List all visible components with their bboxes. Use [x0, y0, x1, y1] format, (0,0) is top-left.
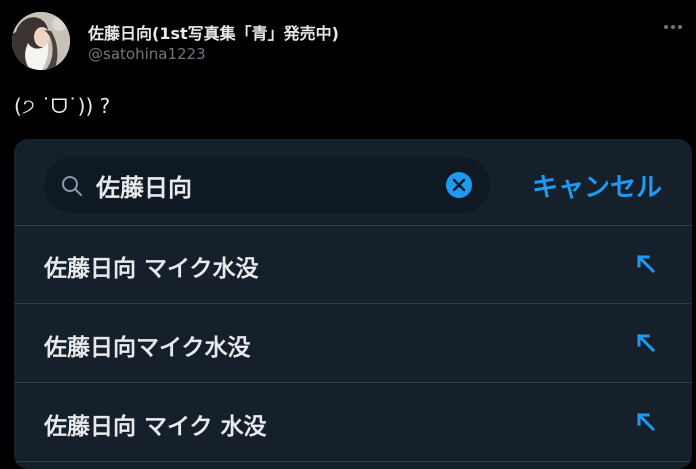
- suggestion-text: 佐藤日向 マイク 水没: [44, 414, 267, 440]
- suggestion-text: 佐藤日向 マイク水没: [44, 256, 259, 282]
- search-panel: キャンセル 佐藤日向 マイク水没 佐藤日向マイク水没 佐藤日向 マイク 水没: [14, 139, 692, 469]
- search-input[interactable]: [96, 169, 436, 201]
- cancel-button[interactable]: キャンセル: [532, 167, 662, 204]
- search-icon: [62, 176, 82, 196]
- clear-search-button[interactable]: [446, 172, 472, 198]
- tweet-header: 佐藤日向(1st写真集「青」発売中) @satohina1223: [12, 12, 684, 72]
- search-suggestions: 佐藤日向 マイク水没 佐藤日向マイク水没 佐藤日向 マイク 水没: [14, 225, 692, 462]
- suggestion-item[interactable]: 佐藤日向マイク水没: [14, 304, 692, 383]
- fill-query-arrow-icon[interactable]: [634, 410, 658, 434]
- suggestion-text: 佐藤日向マイク水没: [44, 335, 251, 361]
- suggestion-item[interactable]: 佐藤日向 マイク水没: [14, 225, 692, 304]
- clear-icon: [452, 178, 466, 192]
- author-handle[interactable]: @satohina1223: [88, 45, 206, 63]
- author-name[interactable]: 佐藤日向(1st写真集「青」発売中): [88, 20, 339, 44]
- search-header: キャンセル: [14, 139, 692, 226]
- tweet-text: (੭ ˙ᗜ˙)) ?: [14, 94, 111, 118]
- fill-query-arrow-icon[interactable]: [634, 331, 658, 355]
- search-box[interactable]: [44, 157, 490, 213]
- more-horizontal-icon[interactable]: [662, 20, 684, 34]
- suggestion-item[interactable]: 佐藤日向 マイク 水没: [14, 383, 692, 462]
- avatar[interactable]: [12, 12, 70, 70]
- fill-query-arrow-icon[interactable]: [634, 252, 658, 276]
- avatar-image: [12, 12, 70, 70]
